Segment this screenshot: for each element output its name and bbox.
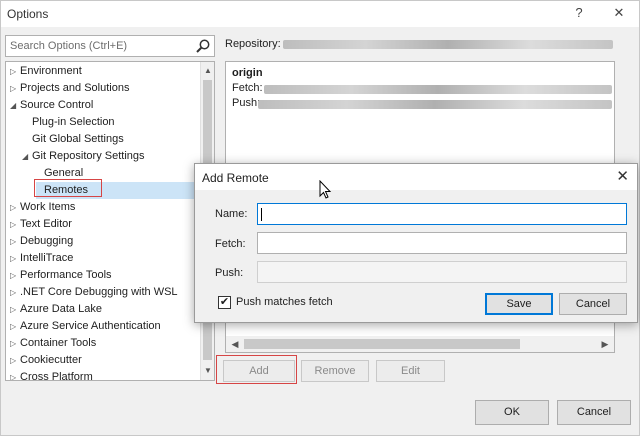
tree-item-label: Cross Platform (20, 371, 93, 381)
search-placeholder: Search Options (Ctrl+E) (10, 40, 128, 52)
tree-item-label: Environment (20, 65, 82, 77)
tree-item-work-items[interactable]: ▷ Work Items (10, 199, 75, 216)
tree-item-debugging[interactable]: ▷ Debugging (10, 233, 73, 250)
tree-item-performance-tools[interactable]: ▷ Performance Tools (10, 267, 112, 284)
tree-item-label: Plug-in Selection (32, 116, 115, 128)
tree-item-git-repository-settings[interactable]: ◢ Git Repository Settings (22, 148, 145, 165)
scroll-up-icon[interactable]: ▲ (201, 64, 214, 78)
tree-item-label: Text Editor (20, 218, 72, 230)
scroll-right-icon[interactable]: ▶ (598, 336, 612, 352)
close-button[interactable]: ✕ (606, 3, 632, 23)
push-input[interactable] (257, 261, 627, 283)
expand-arrow-icon[interactable]: ▷ (10, 80, 20, 97)
remotes-scroll-thumb[interactable] (244, 339, 520, 349)
search-options-input[interactable]: Search Options (Ctrl+E) (5, 35, 215, 57)
expand-arrow-icon[interactable]: ▷ (10, 267, 20, 284)
collapse-arrow-icon[interactable]: ◢ (10, 97, 20, 114)
remote-fetch-label: Fetch: (232, 82, 263, 94)
tree-item-container-tools[interactable]: ▷ Container Tools (10, 335, 96, 352)
tree-item-label: .NET Core Debugging with WSL (20, 286, 178, 298)
expand-arrow-icon[interactable]: ▷ (10, 250, 20, 267)
tree-item-cross-platform[interactable]: ▷ Cross Platform (10, 369, 93, 381)
add-button-highlight-box (216, 355, 297, 384)
expand-arrow-icon[interactable]: ▷ (10, 233, 20, 250)
tree-item-label: Work Items (20, 201, 76, 213)
expand-arrow-icon[interactable]: ▷ (10, 301, 20, 318)
tree-item-label: Azure Data Lake (20, 303, 102, 315)
remote-push-url-redacted (258, 100, 612, 109)
edit-remote-button[interactable]: Edit (376, 360, 445, 382)
scroll-left-icon[interactable]: ◀ (228, 336, 242, 352)
fetch-label: Fetch: (215, 238, 246, 250)
tree-item-label: Debugging (20, 235, 74, 247)
push-matches-fetch-checkbox[interactable]: ✔ (218, 296, 231, 309)
tree-item-label: Git Repository Settings (32, 150, 145, 162)
expand-arrow-icon[interactable]: ▷ (10, 318, 20, 335)
tree-item-label: Azure Service Authentication (20, 320, 161, 332)
expand-arrow-icon[interactable]: ▷ (10, 352, 20, 369)
dialog-close-icon[interactable]: ✕ (616, 167, 629, 185)
remove-remote-button[interactable]: Remove (301, 360, 369, 382)
tree-item-plug-in-selection[interactable]: Plug-in Selection (32, 114, 115, 131)
remotes-highlight-box (34, 179, 102, 197)
ok-button[interactable]: OK (475, 400, 549, 425)
push-label: Push: (215, 267, 244, 279)
push-matches-fetch-label[interactable]: Push matches fetch (236, 296, 333, 308)
expand-arrow-icon[interactable]: ▷ (10, 369, 20, 380)
tree-item-label: General (44, 167, 84, 179)
tree-item-source-control[interactable]: ◢ Source Control (10, 97, 93, 114)
collapse-arrow-icon[interactable]: ◢ (22, 148, 32, 165)
tree-item-label: Container Tools (20, 337, 97, 349)
tree-item-environment[interactable]: ▷ Environment (10, 63, 82, 80)
expand-arrow-icon[interactable]: ▷ (10, 63, 20, 80)
repository-path-redacted (283, 40, 613, 49)
tree-item-label: Git Global Settings (32, 133, 124, 145)
remote-name[interactable]: origin (232, 67, 263, 79)
tree-item-cookiecutter[interactable]: ▷ Cookiecutter (10, 352, 82, 369)
expand-arrow-icon[interactable]: ▷ (10, 335, 20, 352)
dialog-title: Add Remote (202, 171, 269, 185)
name-label: Name: (215, 208, 248, 220)
add-remote-dialog: Add Remote ✕ Name: Fetch: Push: ✔ Push m… (194, 163, 638, 323)
search-icon[interactable] (195, 38, 211, 54)
dialog-title-bar: Add Remote ✕ (195, 164, 637, 190)
dialog-cancel-button[interactable]: Cancel (559, 293, 627, 315)
tree-item-label: Source Control (20, 99, 94, 111)
tree-item-projects-and-solutions[interactable]: ▷ Projects and Solutions (10, 80, 129, 97)
tree-item-label: IntelliTrace (20, 252, 74, 264)
tree-item-azure-data-lake[interactable]: ▷ Azure Data Lake (10, 301, 102, 318)
tree-item-net-core-debugging-with-wsl[interactable]: ▷ .NET Core Debugging with WSL (10, 284, 178, 301)
help-button[interactable]: ? (566, 3, 592, 23)
mouse-cursor-icon (319, 180, 332, 199)
tree-item-label: Projects and Solutions (20, 82, 130, 94)
tree-item-label: Cookiecutter (20, 354, 82, 366)
tree-item-azure-service-authentication[interactable]: ▷ Azure Service Authentication (10, 318, 161, 335)
expand-arrow-icon[interactable]: ▷ (10, 284, 20, 301)
name-input[interactable] (257, 203, 627, 225)
tree-item-intellitrace[interactable]: ▷ IntelliTrace (10, 250, 73, 267)
repository-label: Repository: (225, 38, 281, 50)
tree-item-label: Performance Tools (20, 269, 112, 281)
cancel-button[interactable]: Cancel (557, 400, 631, 425)
remotes-horizontal-scrollbar[interactable]: ◀ ▶ (226, 336, 614, 352)
scroll-down-icon[interactable]: ▼ (201, 364, 214, 378)
remote-fetch-url-redacted (264, 85, 612, 94)
expand-arrow-icon[interactable]: ▷ (10, 216, 20, 233)
options-tree[interactable]: ▷ Cross Platform ▷ Cookiecutter ▷ Container T… (5, 61, 215, 381)
title-bar: Options ? ✕ (1, 1, 639, 27)
save-button[interactable]: Save (485, 293, 553, 315)
fetch-input[interactable] (257, 232, 627, 254)
remote-push-label: Push: (232, 97, 261, 109)
tree-item-text-editor[interactable]: ▷ Text Editor (10, 216, 72, 233)
tree-item-git-global-settings[interactable]: Git Global Settings (32, 131, 124, 148)
expand-arrow-icon[interactable]: ▷ (10, 199, 20, 216)
window-title: Options (7, 7, 49, 21)
text-caret (261, 208, 262, 221)
